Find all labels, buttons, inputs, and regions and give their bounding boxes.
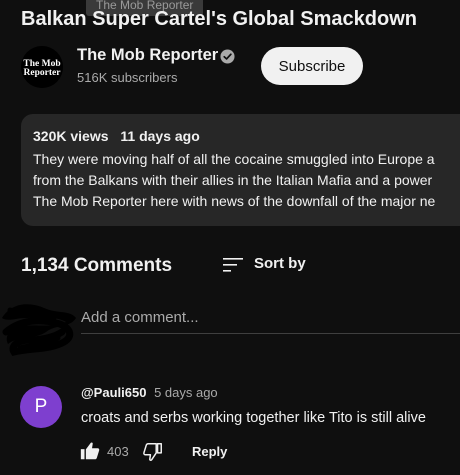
- subscriber-count: 516K subscribers: [77, 70, 178, 85]
- sort-by-button[interactable]: Sort by: [254, 255, 306, 272]
- thumbs-down-icon[interactable]: [142, 441, 164, 463]
- commenter-avatar[interactable]: P: [20, 386, 62, 428]
- channel-avatar[interactable]: The Mob Reporter: [21, 46, 63, 88]
- comment-timestamp[interactable]: 5 days ago: [154, 385, 218, 400]
- description-line: They were moving half of all the cocaine…: [33, 151, 435, 167]
- add-comment-field[interactable]: Add a comment...: [81, 309, 460, 334]
- channel-name[interactable]: The Mob Reporter: [77, 46, 218, 65]
- channel-logo-line2: Reporter: [24, 68, 62, 78]
- video-watch-page: The Mob Reporter Balkan Super Cartel's G…: [0, 0, 460, 475]
- sort-icon[interactable]: [222, 255, 244, 275]
- view-count: 320K views: [33, 128, 109, 144]
- redacted-avatar-scribble: [2, 304, 76, 356]
- thumbs-up-icon[interactable]: [79, 440, 101, 462]
- subscribe-button[interactable]: Subscribe: [261, 47, 363, 85]
- comments-count: 1,134 Comments: [21, 255, 173, 276]
- comment-header: @Pauli650 5 days ago: [81, 385, 218, 400]
- like-count: 403: [107, 444, 129, 459]
- upload-age: 11 days ago: [120, 128, 200, 144]
- description-box[interactable]: 320K views 11 days ago They were moving …: [21, 114, 460, 226]
- comment-text: croats and serbs working together like T…: [81, 410, 426, 426]
- add-comment-placeholder: Add a comment...: [81, 309, 199, 326]
- reply-button[interactable]: Reply: [192, 444, 227, 459]
- description-line: The Mob Reporter here with news of the d…: [33, 193, 436, 209]
- comment-author-handle[interactable]: @Pauli650: [81, 385, 146, 400]
- channel-logo-icon: The Mob Reporter: [21, 46, 63, 88]
- description-line: from the Balkans with their allies in th…: [33, 172, 433, 188]
- description-meta: 320K views 11 days ago: [33, 128, 200, 144]
- video-title: Balkan Super Cartel's Global Smackdown: [21, 8, 417, 30]
- verified-check-icon: [220, 49, 235, 64]
